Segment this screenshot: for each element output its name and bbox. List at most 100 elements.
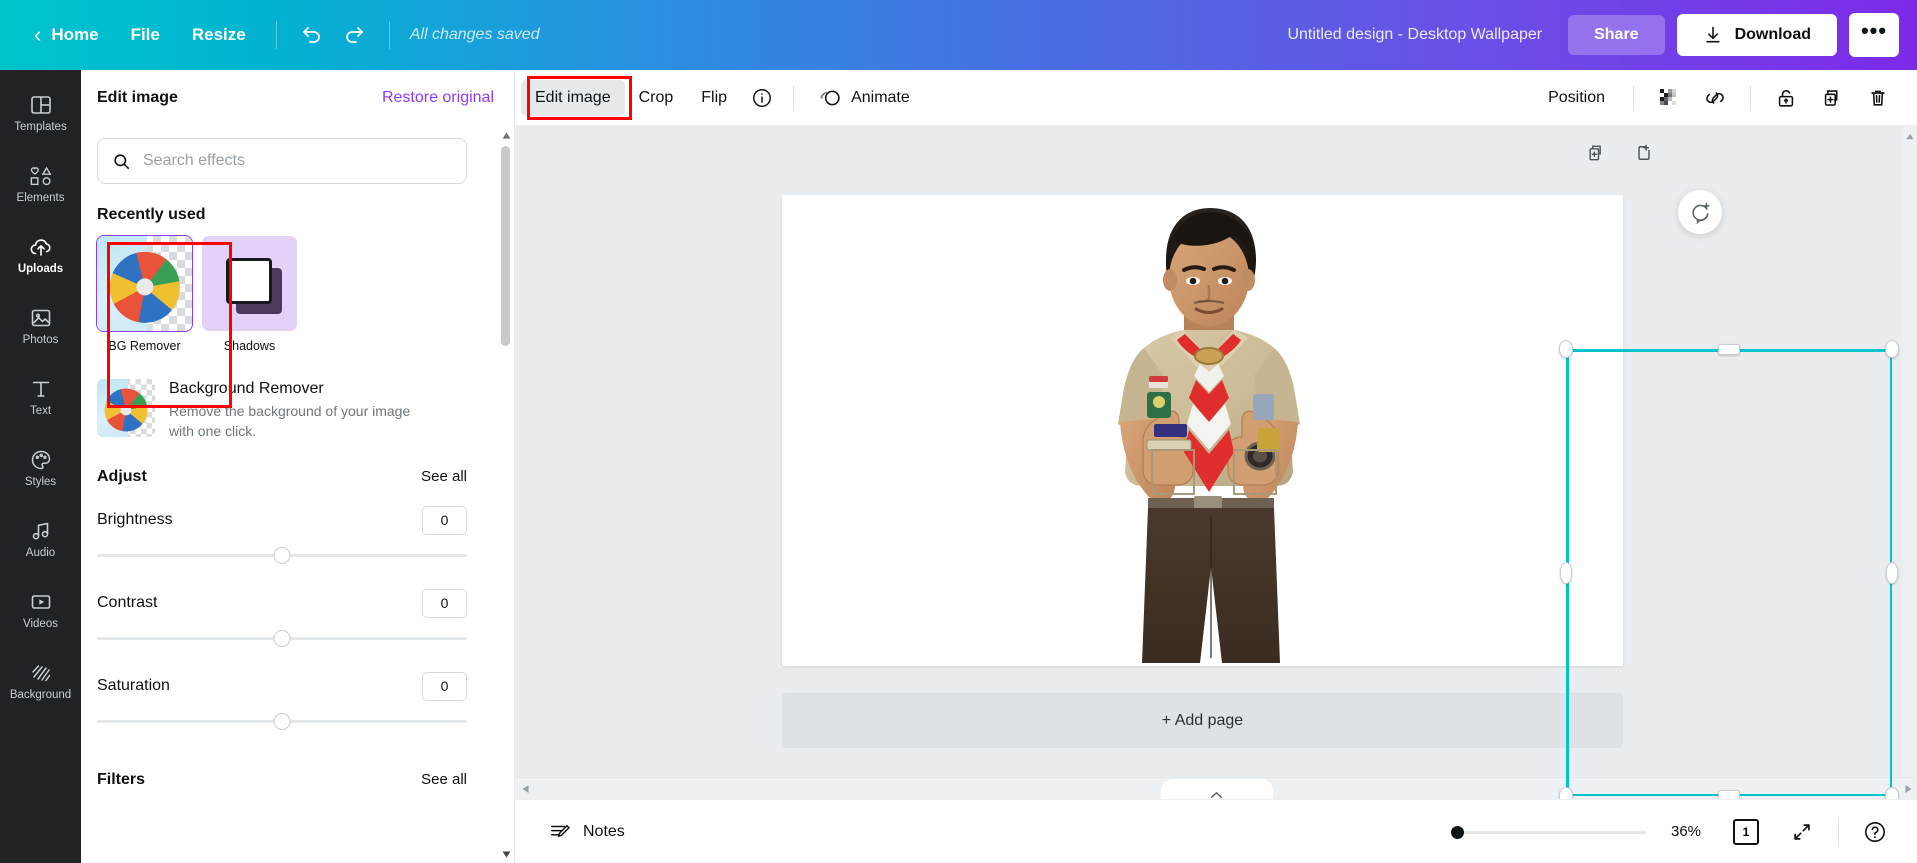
sidebar-item-styles[interactable]: Styles	[0, 433, 81, 504]
tab-crop[interactable]: Crop	[625, 80, 688, 116]
lock-icon	[1775, 87, 1797, 109]
left-sidebar: Templates Elements Uploads Photos Text S…	[0, 70, 81, 863]
scroll-up-arrow-icon[interactable]	[1904, 128, 1916, 144]
zoom-slider[interactable]	[1451, 822, 1646, 842]
brightness-slider[interactable]	[97, 541, 467, 569]
position-button[interactable]: Position	[1534, 80, 1619, 116]
save-status: All changes saved	[409, 26, 540, 43]
sidebar-item-background[interactable]: Background	[0, 646, 81, 717]
scroll-right-arrow-icon[interactable]	[1901, 781, 1915, 797]
saturation-value-input[interactable]: 0	[422, 671, 467, 701]
sidebar-item-label: Elements	[16, 192, 65, 205]
search-effects-box[interactable]	[97, 138, 467, 184]
slider-thumb[interactable]	[273, 546, 291, 564]
add-page-button[interactable]	[1629, 138, 1659, 168]
panel-scrollbar-thumb[interactable]	[501, 146, 510, 346]
background-remover-row[interactable]: Background Remover Remove the background…	[97, 379, 467, 442]
background-icon	[29, 661, 53, 685]
contrast-slider[interactable]	[97, 624, 467, 652]
divider	[1838, 818, 1839, 845]
search-input[interactable]	[143, 152, 452, 170]
slider-thumb[interactable]	[273, 712, 291, 730]
sidebar-item-label: Audio	[25, 547, 56, 560]
sidebar-item-templates[interactable]: Templates	[0, 78, 81, 149]
zoom-percentage[interactable]: 36%	[1662, 823, 1710, 840]
scroll-up-arrow-icon[interactable]	[500, 128, 512, 142]
slider-thumb[interactable]	[273, 629, 291, 647]
background-remover-description: Remove the background of your image with…	[169, 403, 411, 439]
add-page-bar[interactable]: + Add page	[782, 693, 1623, 748]
share-button[interactable]: Share	[1568, 15, 1665, 55]
filters-title: Filters	[97, 770, 146, 788]
sidebar-item-label: Text	[29, 405, 52, 418]
transparency-button[interactable]	[1648, 77, 1690, 119]
resize-handle-top[interactable]	[1718, 344, 1740, 355]
resize-handle-top-right[interactable]	[1885, 340, 1899, 358]
delete-button[interactable]	[1857, 77, 1899, 119]
zoom-slider-thumb[interactable]	[1451, 825, 1464, 839]
filters-see-all-link[interactable]: See all	[421, 771, 467, 788]
divider	[1750, 84, 1751, 111]
resize-handle-right[interactable]	[1886, 561, 1898, 584]
fullscreen-button[interactable]	[1782, 812, 1822, 852]
sidebar-item-text[interactable]: Text	[0, 362, 81, 433]
effect-card-bg-remover[interactable]: BG Remover	[96, 235, 193, 353]
contrast-value-input[interactable]: 0	[422, 588, 467, 618]
canvas-vertical-scrollbar[interactable]	[1903, 126, 1917, 799]
resize-button[interactable]: Resize	[176, 17, 262, 53]
canvas-area[interactable]: + Add page	[515, 126, 1917, 799]
design-page[interactable]	[782, 195, 1623, 666]
position-label: Position	[1548, 88, 1605, 106]
sidebar-item-elements[interactable]: Elements	[0, 149, 81, 220]
undo-button[interactable]	[291, 14, 333, 56]
link-icon	[1703, 87, 1727, 109]
sidebar-item-photos[interactable]: Photos	[0, 291, 81, 362]
tab-edit-image[interactable]: Edit image	[521, 79, 625, 116]
tab-flip[interactable]: Flip	[687, 80, 741, 116]
more-options-button[interactable]: •••	[1849, 13, 1899, 57]
page-manager-button[interactable]: 1	[1726, 812, 1766, 852]
slider-contrast-group: Contrast 0	[97, 588, 467, 652]
collapse-panel-toggle[interactable]	[1160, 779, 1273, 800]
scroll-down-arrow-icon[interactable]	[500, 847, 512, 861]
duplicate-page-button[interactable]	[1581, 138, 1611, 168]
adjust-see-all-link[interactable]: See all	[421, 468, 467, 485]
effect-card-shadows[interactable]: Shadows	[202, 236, 297, 353]
home-button[interactable]: ‹ Home	[18, 16, 115, 54]
fullscreen-icon	[1791, 821, 1813, 843]
notes-button[interactable]: Notes	[537, 812, 637, 852]
info-button[interactable]	[741, 77, 783, 119]
lock-button[interactable]	[1765, 77, 1807, 119]
bg-remover-thumbnail	[96, 235, 193, 332]
page-count-badge: 1	[1733, 815, 1763, 845]
link-button[interactable]	[1694, 77, 1736, 119]
restore-original-link[interactable]: Restore original	[382, 89, 494, 107]
brightness-value-input[interactable]: 0	[422, 505, 467, 535]
file-menu-button[interactable]: File	[115, 17, 176, 53]
notes-icon	[549, 821, 571, 843]
help-button[interactable]	[1855, 812, 1895, 852]
saturation-slider[interactable]	[97, 707, 467, 735]
add-comment-button[interactable]	[1678, 190, 1722, 234]
chevron-up-icon	[1210, 791, 1223, 799]
document-title[interactable]: Untitled design - Desktop Wallpaper	[1287, 26, 1542, 44]
sidebar-item-audio[interactable]: Audio	[0, 504, 81, 575]
sidebar-item-videos[interactable]: Videos	[0, 575, 81, 646]
duplicate-button[interactable]	[1811, 77, 1853, 119]
panel-scrollbar[interactable]	[499, 126, 513, 863]
scroll-left-arrow-icon[interactable]	[518, 781, 532, 797]
download-button[interactable]: Download	[1676, 14, 1837, 56]
redo-button[interactable]	[333, 14, 375, 56]
add-page-icon	[1634, 143, 1654, 163]
sidebar-item-uploads[interactable]: Uploads	[0, 220, 81, 291]
slider-brightness-group: Brightness 0	[97, 505, 467, 569]
panel-title: Edit image	[97, 89, 178, 106]
animate-button[interactable]: Animate	[804, 78, 924, 118]
canvas-horizontal-scrollbar[interactable]	[515, 777, 1917, 800]
sidebar-item-label: Videos	[23, 618, 58, 631]
editor-toolbar: Edit image Crop Flip Animate Position	[515, 70, 1917, 126]
download-icon	[1703, 25, 1723, 45]
image-element[interactable]	[1048, 198, 1373, 663]
search-icon	[112, 152, 131, 171]
top-bar-left-group: ‹ Home File Resize All changes saved	[0, 14, 540, 56]
